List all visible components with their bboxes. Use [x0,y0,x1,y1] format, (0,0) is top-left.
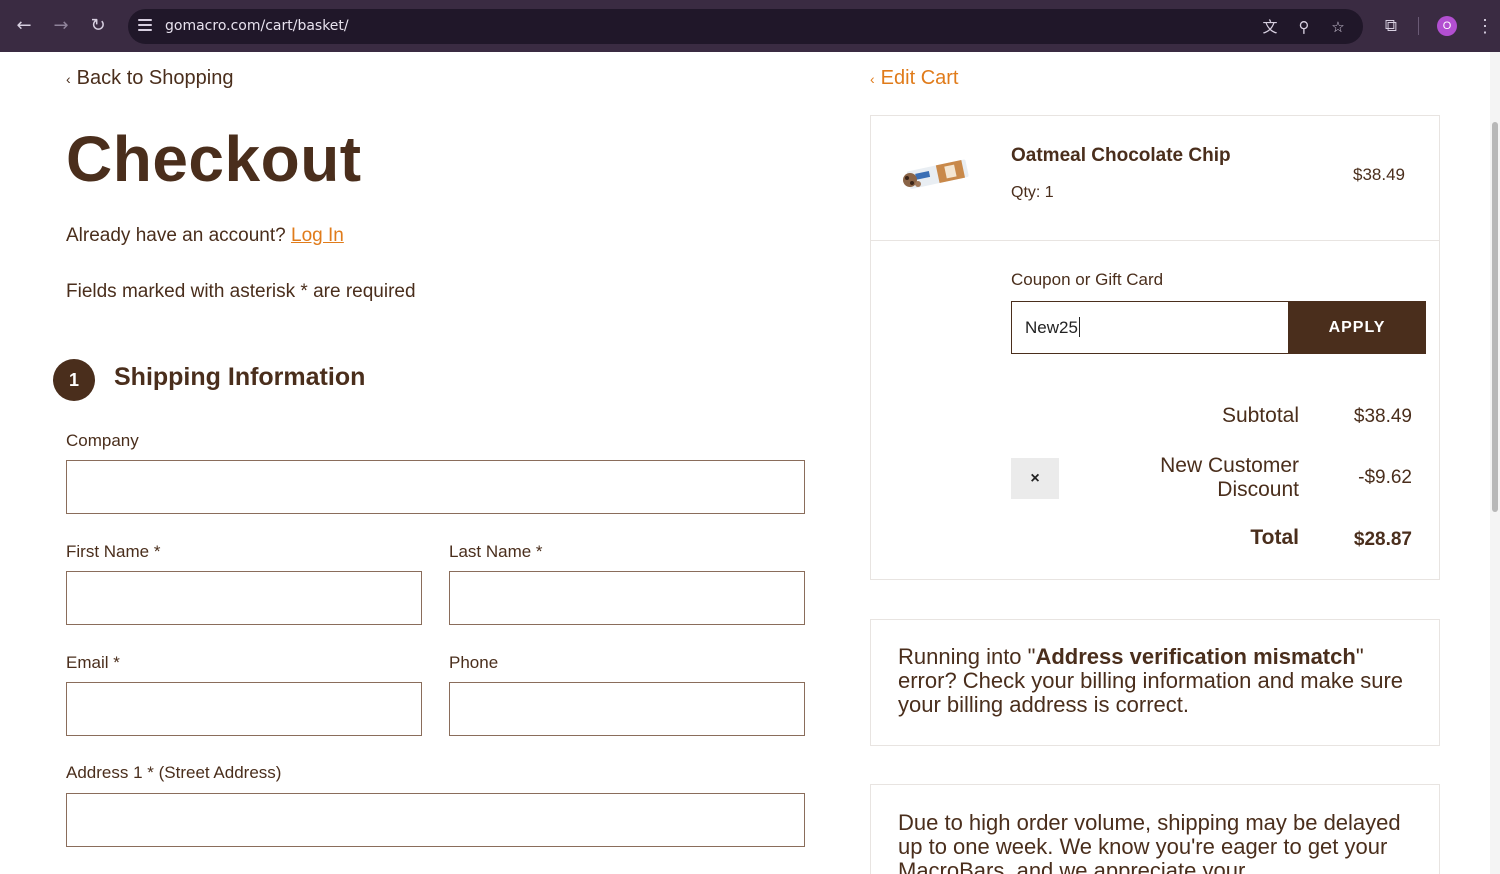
required-note: Fields marked with asterisk * are requir… [66,281,416,302]
company-label: Company [66,431,139,450]
company-input[interactable] [66,460,805,514]
address1-input[interactable] [66,793,805,847]
coupon-input[interactable]: New25 [1011,301,1288,354]
edit-cart-link[interactable]: ‹ Edit Cart [870,67,958,90]
extensions-icon[interactable]: ⧉ [1379,14,1403,38]
total-value: $28.87 [1353,529,1412,550]
profile-avatar[interactable]: O [1437,16,1457,36]
discount-value: -$9.62 [1358,467,1412,488]
translate-icon[interactable]: 文 [1259,16,1281,38]
remove-discount-button[interactable]: × [1011,458,1059,499]
last-name-input[interactable] [449,571,805,625]
menu-kebab-icon[interactable]: ⋮ [1476,14,1494,38]
chevron-left-icon: ‹ [870,71,875,87]
site-settings-icon[interactable] [138,19,152,33]
notice-bold: Address verification mismatch [1035,644,1356,669]
account-prompt: Already have an account? Log In [66,225,344,247]
page-title: Checkout [66,123,362,195]
subtotal-value: $38.49 [1353,406,1412,427]
edit-cart-label: Edit Cart [880,67,959,89]
back-to-shopping-link[interactable]: ‹ Back to Shopping [66,67,233,90]
total-label: Total [1250,526,1299,549]
toolbar-divider [1418,17,1419,35]
section-title-shipping: Shipping Information [114,363,366,391]
product-image [903,159,969,189]
zoom-icon[interactable]: ⚲ [1293,16,1315,38]
email-input[interactable] [66,682,422,736]
email-label: Email * [66,653,120,672]
first-name-label: First Name * [66,542,161,561]
address1-label: Address 1 * (Street Address) [66,763,282,782]
account-prompt-text: Already have an account? [66,225,286,246]
page-scrollbar[interactable] [1490,52,1500,874]
address-verification-text: Running into "Address verification misma… [898,645,1418,717]
bookmark-star-icon[interactable]: ☆ [1327,16,1349,38]
divider [870,240,1440,241]
discount-label: New Customer Discount [1160,454,1299,502]
product-name: Oatmeal Chocolate Chip [1011,145,1231,166]
back-link-label: Back to Shopping [76,67,234,89]
coupon-input-value: New25 [1025,318,1078,337]
text-caret [1078,317,1080,337]
first-name-input[interactable] [66,571,422,625]
step-number-badge: 1 [53,359,95,401]
subtotal-label: Subtotal [1221,404,1299,427]
forward-icon[interactable]: → [49,14,73,38]
product-qty: Qty: 1 [1011,184,1054,201]
phone-input[interactable] [449,682,805,736]
address-bar[interactable]: gomacro.com/cart/basket/ 文 ⚲ ☆ [128,9,1363,44]
phone-label: Phone [449,653,499,672]
shipping-delay-text: Due to high order volume, shipping may b… [898,810,1401,874]
chevron-left-icon: ‹ [66,71,71,87]
url-text[interactable]: gomacro.com/cart/basket/ [165,18,349,34]
back-icon[interactable]: ← [12,14,36,38]
discount-label-line1: New Customer [1160,454,1299,477]
notice-pre: Running into " [898,644,1036,669]
apply-coupon-button[interactable]: APPLY [1288,301,1426,354]
reload-icon[interactable]: ↻ [86,14,110,38]
browser-toolbar: ← → ↻ gomacro.com/cart/basket/ 文 ⚲ ☆ ⧉ O… [0,0,1500,52]
discount-label-line2: Discount [1217,478,1299,501]
last-name-label: Last Name * [449,542,543,561]
login-link[interactable]: Log In [291,225,344,246]
coupon-label: Coupon or Gift Card [1011,270,1164,289]
scrollbar-thumb[interactable] [1492,122,1498,512]
product-price: $38.49 [1353,165,1405,184]
